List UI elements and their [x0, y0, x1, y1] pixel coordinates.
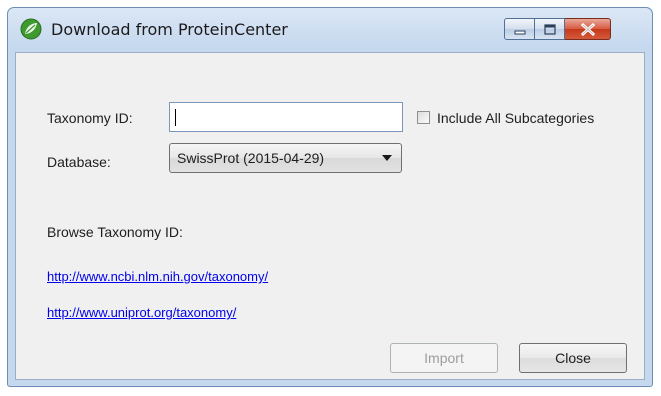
uniprot-taxonomy-link[interactable]: http://www.uniprot.org/taxonomy/: [47, 305, 236, 320]
chevron-down-icon: [382, 155, 392, 161]
minimize-icon: [514, 30, 526, 35]
database-selected-value: SwissProt (2015-04-29): [177, 150, 325, 166]
maximize-button[interactable]: [535, 18, 565, 40]
close-button[interactable]: Close: [519, 343, 627, 373]
include-all-subcategories-label[interactable]: Include All Subcategories: [437, 110, 594, 126]
database-label: Database:: [47, 154, 111, 170]
browse-taxonomy-label: Browse Taxonomy ID:: [47, 224, 183, 240]
taxonomy-id-label: Taxonomy ID:: [47, 110, 133, 126]
include-all-subcategories-checkbox[interactable]: [417, 111, 430, 124]
proteincenter-leaf-icon: [20, 18, 42, 40]
close-window-button[interactable]: [565, 18, 611, 40]
window-title: Download from ProteinCenter: [51, 20, 288, 39]
title-bar[interactable]: Download from ProteinCenter: [8, 8, 652, 52]
close-icon: [580, 22, 596, 37]
taxonomy-id-input[interactable]: [169, 102, 403, 132]
minimize-button[interactable]: [504, 18, 535, 40]
download-dialog: Download from ProteinCenter Taxonomy ID:…: [7, 7, 653, 387]
maximize-icon: [544, 24, 556, 35]
text-caret: [175, 109, 176, 126]
ncbi-taxonomy-link[interactable]: http://www.ncbi.nlm.nih.gov/taxonomy/: [47, 269, 268, 284]
import-button[interactable]: Import: [390, 343, 498, 373]
database-select[interactable]: SwissProt (2015-04-29): [169, 143, 402, 173]
dialog-body: Taxonomy ID: Include All Subcategories D…: [15, 52, 645, 380]
